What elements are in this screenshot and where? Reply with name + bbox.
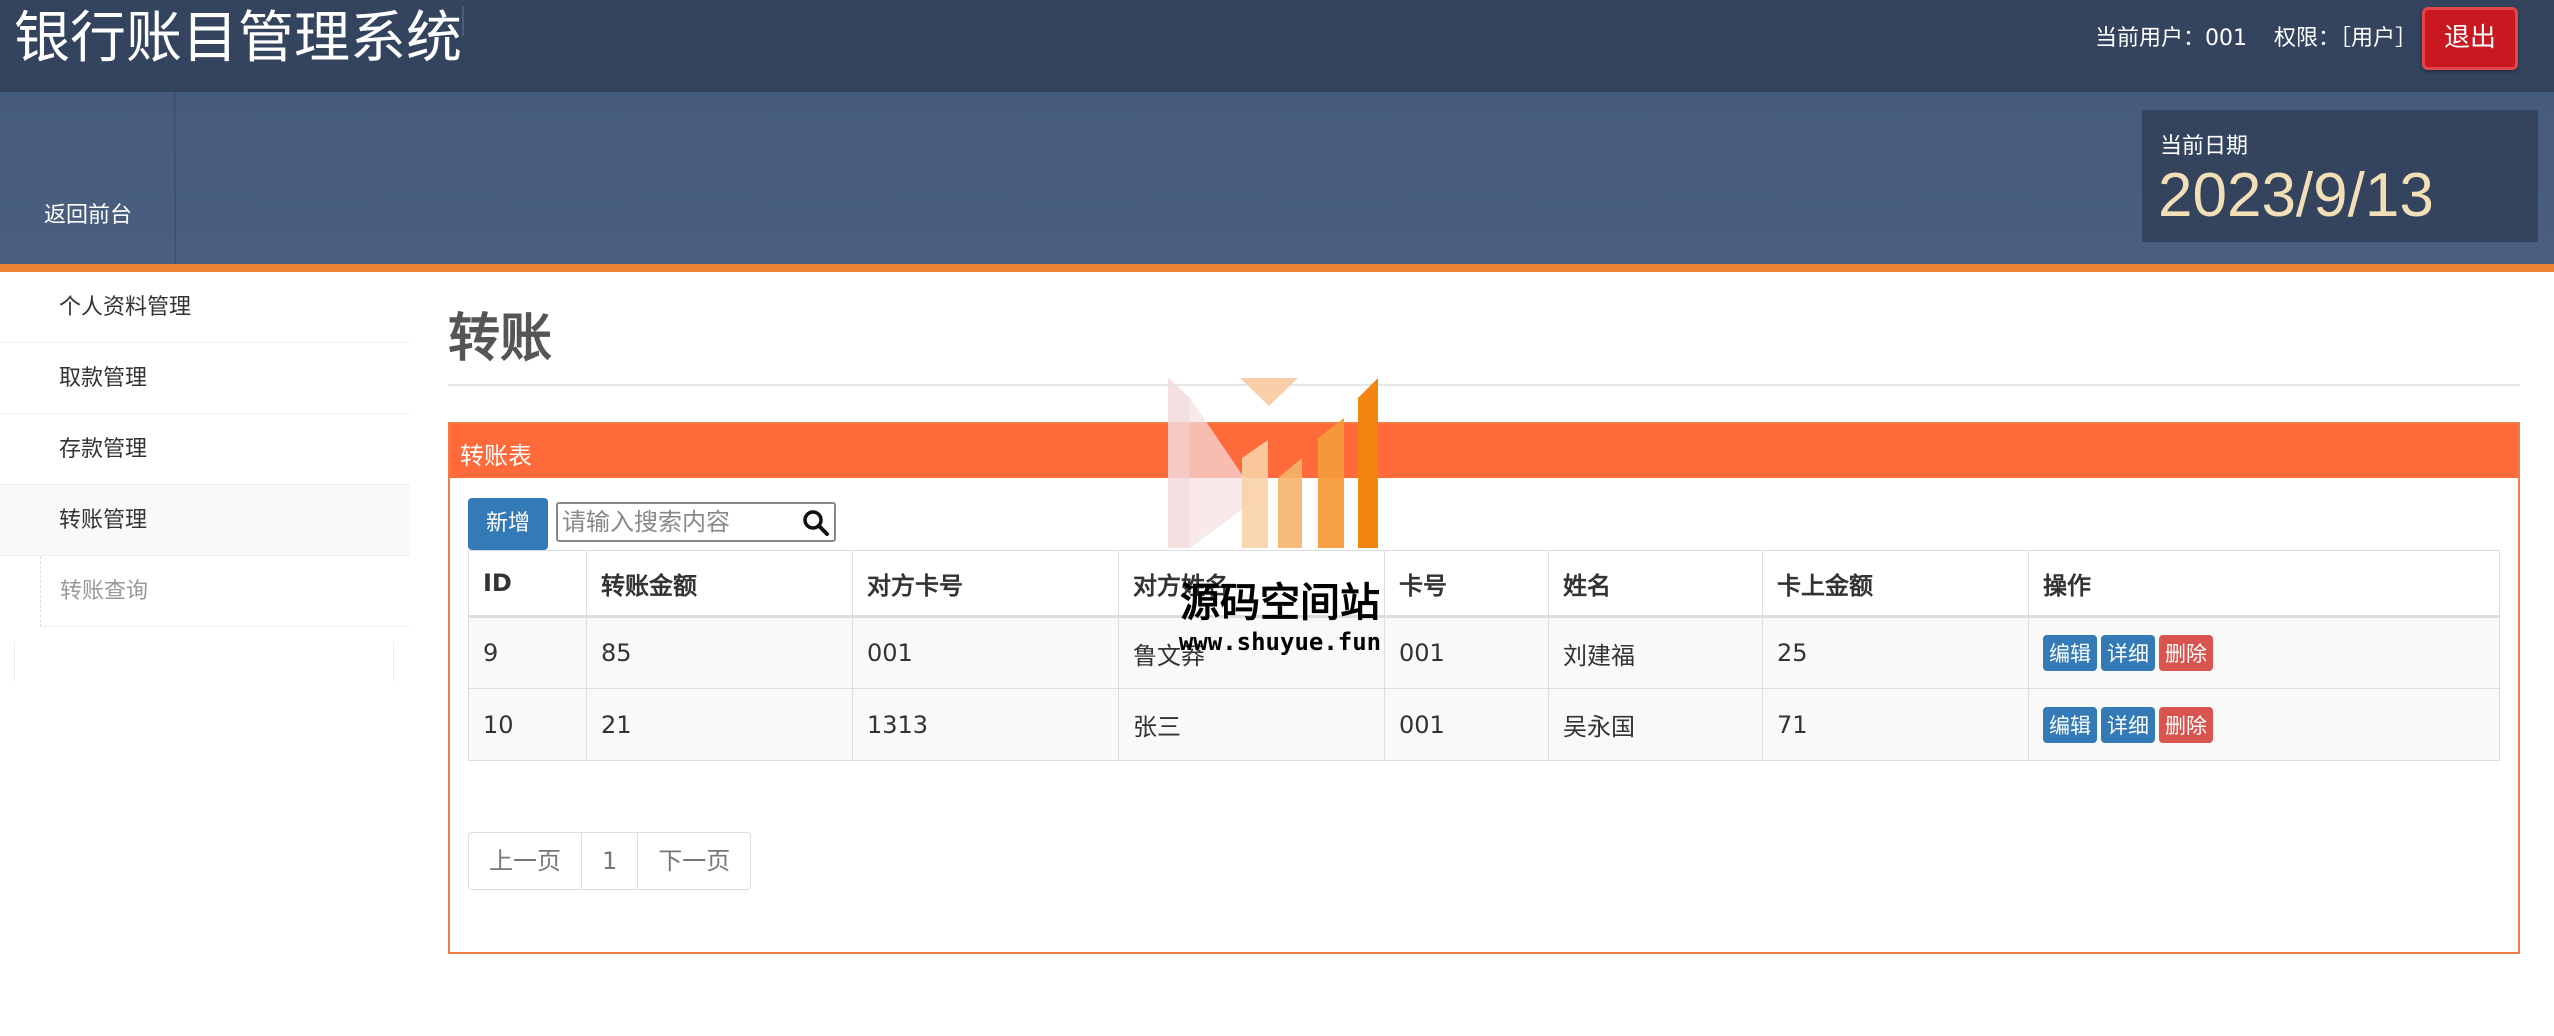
accent-divider [0, 264, 2554, 272]
table-row: 9 85 001 鲁文莽 001 刘建福 25 编辑 详细 删除 [468, 616, 2500, 689]
watermark-url: www.shuyue.fun [1178, 628, 1382, 656]
user-info: 当前用户：001 权限：［用户］ [2075, 22, 2417, 56]
sidebar: 个人资料管理 取款管理 存款管理 转账管理 转账查询 [0, 272, 410, 681]
prev-page-button[interactable]: 上一页 [469, 833, 582, 889]
nav-bar: 返回前台 当前日期 2023/9/13 [0, 92, 2554, 264]
search-icon[interactable] [802, 509, 830, 537]
title-divider [462, 6, 464, 36]
detail-button[interactable]: 详细 [2101, 706, 2155, 743]
edit-button[interactable]: 编辑 [2043, 706, 2097, 743]
cell-amount: 21 [586, 688, 853, 761]
sidebar-item-deposit[interactable]: 存款管理 [0, 414, 410, 485]
logout-button[interactable]: 退出 [2422, 7, 2518, 70]
table-row: 10 21 1313 张三 001 吴永国 71 编辑 详细 删除 [468, 688, 2500, 761]
column-header-id: ID [468, 550, 587, 618]
column-header-name: 姓名 [1548, 550, 1763, 618]
cell-name: 吴永国 [1548, 688, 1763, 761]
permission: 权限：［用户］ [2273, 26, 2417, 51]
panel-header: 转账表 [450, 424, 2518, 478]
cell-target-name: 张三 [1118, 688, 1385, 761]
cell-actions: 编辑 详细 删除 [2028, 688, 2500, 761]
cell-balance: 71 [1762, 688, 2029, 761]
edit-button[interactable]: 编辑 [2043, 635, 2097, 671]
watermark-text: 源码空间站 [1180, 580, 1380, 626]
app-title: 银行账目管理系统 [14, 6, 462, 71]
transfer-panel: 转账表 新增 ID 转账金额 对方卡号 对方姓名 卡号 姓名 卡上金额 操作 9 [448, 422, 2520, 954]
delete-button[interactable]: 删除 [2159, 706, 2213, 743]
pagination: 上一页 1 下一页 [468, 832, 752, 890]
title-divider-line [448, 384, 2520, 386]
column-header-card: 卡号 [1384, 550, 1549, 618]
page-title: 转账 [448, 309, 553, 369]
next-page-button[interactable]: 下一页 [638, 833, 750, 889]
search-box [556, 502, 836, 542]
column-header-balance: 卡上金额 [1762, 550, 2029, 618]
column-header-target-card: 对方卡号 [852, 550, 1119, 618]
page-number-button[interactable]: 1 [582, 833, 639, 889]
sidebar-subitem-transfer-query[interactable]: 转账查询 [40, 556, 410, 627]
sidebar-item-withdraw[interactable]: 取款管理 [0, 343, 410, 414]
back-to-front-label: 返回前台 [44, 203, 133, 228]
date-value: 2023/9/13 [2158, 161, 2434, 230]
back-to-front-link[interactable]: 返回前台 [0, 92, 176, 264]
cell-card: 001 [1384, 616, 1549, 689]
delete-button[interactable]: 删除 [2159, 635, 2213, 671]
transfer-table: ID 转账金额 对方卡号 对方姓名 卡号 姓名 卡上金额 操作 9 85 001… [468, 550, 2500, 761]
cell-name: 刘建福 [1548, 616, 1763, 689]
column-header-actions: 操作 [2028, 550, 2500, 618]
cell-target-card: 001 [852, 616, 1119, 689]
cell-actions: 编辑 详细 删除 [2028, 616, 2500, 689]
panel-title: 转账表 [460, 442, 532, 470]
date-label: 当前日期 [2160, 134, 2249, 159]
column-header-amount: 转账金额 [586, 550, 853, 618]
cell-id: 9 [468, 616, 587, 689]
cell-card: 001 [1384, 688, 1549, 761]
table-header-row: ID 转账金额 对方卡号 对方姓名 卡号 姓名 卡上金额 操作 [468, 550, 2500, 618]
sidebar-item-transfer[interactable]: 转账管理 [0, 485, 410, 556]
search-input[interactable] [562, 506, 792, 538]
current-user: 当前用户：001 [2094, 26, 2247, 51]
add-button[interactable]: 新增 [468, 498, 548, 550]
detail-button[interactable]: 详细 [2101, 635, 2155, 671]
cell-amount: 85 [586, 616, 853, 689]
sidebar-item-profile[interactable]: 个人资料管理 [0, 272, 410, 343]
top-bar: 银行账目管理系统 当前用户：001 权限：［用户］ 退出 [0, 0, 2554, 92]
current-date-box: 当前日期 2023/9/13 [2142, 110, 2538, 242]
sidebar-footer [14, 641, 394, 681]
cell-id: 10 [468, 688, 587, 761]
cell-balance: 25 [1762, 616, 2029, 689]
cell-target-card: 1313 [852, 688, 1119, 761]
